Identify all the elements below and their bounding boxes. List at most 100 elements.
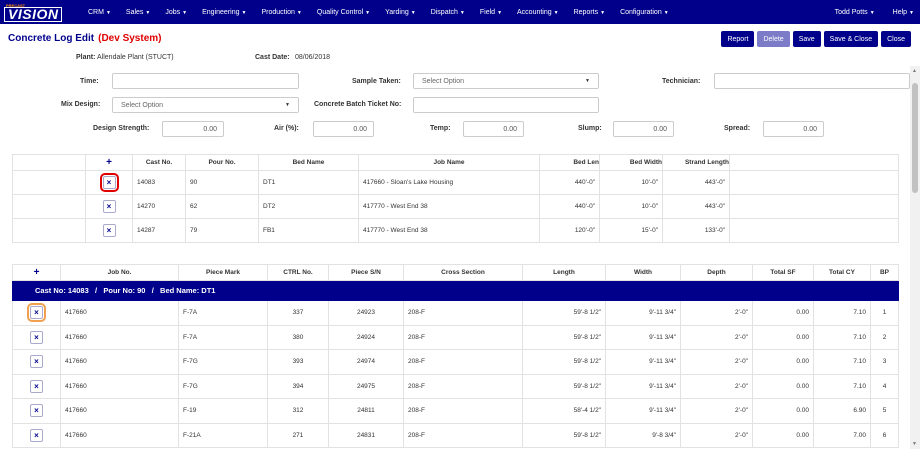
remove-cell: × [85,194,133,219]
scroll-up-icon[interactable]: ▲ [912,68,917,74]
main-menu: CRM ▼ Sales ▼ Jobs ▼ Engineering ▼ Production ▼ Qu… [88,9,684,16]
save-close-button[interactable]: Save & Close [823,31,879,47]
scroll-down-icon[interactable]: ▼ [912,441,917,447]
menu-item-configuration[interactable]: Configuration ▼ [620,9,669,16]
plus-icon[interactable]: + [106,157,112,168]
delete-button[interactable]: Delete [757,31,790,47]
remove-piece-icon[interactable]: × [30,428,43,442]
slump-input[interactable]: 0.00 [613,121,674,137]
technician-input[interactable] [714,73,910,89]
air-input[interactable]: 0.00 [313,121,374,137]
design-strength-label: Design Strength: [93,125,150,132]
piece-row[interactable]: × 417660 F-7A 380 24924 208-F 59'-8 1/2" 9'-11 … [12,324,899,350]
scrollbar-thumb[interactable] [912,83,918,193]
sample-taken-value: Select Option [422,77,465,85]
group-header-row: Cast No: 14083 / Pour No: 90 / Bed Name:… [12,280,899,301]
plus-icon[interactable]: + [34,267,40,278]
total-sf-header: Total SF [752,264,814,281]
add-piece-header[interactable]: + [12,264,61,281]
menu-item-jobs[interactable]: Jobs ▼ [165,9,187,16]
bp-header: BP [870,264,899,281]
report-button[interactable]: Report [721,31,755,47]
bed-width-header: Bed Width [599,154,663,171]
piece-sn-cell: 24974 [328,349,404,375]
help-menu[interactable]: Help ▼ [893,9,914,16]
menu-item-production[interactable]: Production ▼ [261,9,301,16]
chevron-down-icon: ▼ [410,9,416,16]
bed-row[interactable]: × 14287 79 FB1 417770 - West End 38 120'-0" 15… [12,218,899,243]
cast-no-cell: 14270 [132,194,186,219]
strand-length-cell: 133'-0" [662,218,730,243]
bed-name-cell: FB1 [258,218,359,243]
cross-section-cell: 208-F [403,398,523,424]
remove-piece-icon[interactable]: × [30,330,43,344]
width-cell: 9'-11 3/4" [605,373,681,399]
bed-len-cell: 440'-0" [539,194,600,219]
total-cy-cell: 6.90 [813,398,871,424]
app-logo[interactable]: PRECAST VISION [4,2,74,22]
menu-item-label: CRM [88,8,104,16]
page-scrollbar[interactable]: ▲ ▼ [910,66,920,449]
piece-row[interactable]: × 417660 F-21A 271 24831 208-F 59'-8 1/2" 9'-8 … [12,422,899,448]
piece-mark-cell: F-7A [178,324,268,350]
remove-piece-icon[interactable]: × [30,355,43,369]
batch-ticket-input[interactable] [413,97,599,113]
menu-item-label: Configuration [620,8,662,16]
menu-item-reports[interactable]: Reports ▼ [574,9,605,16]
piece-sn-cell: 24975 [328,373,404,399]
menu-item-yarding[interactable]: Yarding ▼ [385,9,416,16]
air-label: Air (%): [274,125,299,132]
cast-no-cell: 14287 [132,218,186,243]
total-cy-cell: 7.10 [813,373,871,399]
design-strength-input[interactable]: 0.00 [162,121,224,137]
remove-piece-icon[interactable]: × [30,379,43,393]
menu-item-dispatch[interactable]: Dispatch ▼ [431,9,465,16]
mix-design-label: Mix Design: [61,101,101,108]
temp-input[interactable]: 0.00 [463,121,524,137]
piece-row[interactable]: × 417660 F-7G 394 24975 208-F 59'-8 1/2" 9'-11 … [12,373,899,399]
chevron-down-icon: ▼ [600,9,606,16]
mix-design-select[interactable]: Select Option ▼ [112,97,299,113]
piece-row[interactable]: × 417660 F-7G 393 24974 208-F 59'-8 1/2" 9'-11 … [12,349,899,375]
strand-length-header: Strand Length [662,154,730,171]
piece-row[interactable]: × 417660 F-19 312 24811 208-F 58'-4 1/2" 9'-11 … [12,398,899,424]
cross-section-cell: 208-F [403,349,523,375]
user-menu[interactable]: Todd Potts ▼ [835,9,875,16]
ctrl-no-header: CTRL No. [267,264,329,281]
job-name-cell: 417770 - West End 38 [358,194,540,219]
length-cell: 59'-8 1/2" [522,373,606,399]
pour-no-cell: 90 [185,170,259,195]
depth-cell: 2'-0" [680,349,753,375]
piece-row[interactable]: × 417660 F-7A 337 24923 208-F 59'-8 1/2" 9'-11 … [12,300,899,326]
cross-section-header: Cross Section [403,264,523,281]
batch-ticket-label: Concrete Batch Ticket No: [314,101,402,108]
menu-item-field[interactable]: Field ▼ [480,9,502,16]
cast-date-label: Cast Date: [255,54,290,61]
remove-piece-icon[interactable]: × [30,404,43,418]
add-bed-header[interactable]: + [85,154,133,171]
bed-row[interactable]: × 14270 62 DT2 417770 - West End 38 440'-0" 10… [12,194,899,219]
logo-tagline: PRECAST [6,3,26,8]
menu-item-engineering[interactable]: Engineering ▼ [202,9,246,16]
remove-bed-icon[interactable]: × [102,224,116,237]
bp-cell: 6 [870,422,899,448]
remove-bed-icon[interactable]: × [99,173,119,192]
total-sf-cell: 0.00 [752,300,814,326]
spread-input[interactable]: 0.00 [763,121,824,137]
remove-piece-icon[interactable]: × [27,303,46,323]
sample-taken-select[interactable]: Select Option ▼ [413,73,599,89]
menu-item-quality-control[interactable]: Quality Control ▼ [317,9,370,16]
remove-bed-icon[interactable]: × [102,200,116,213]
beds-table: + Cast No. Pour No. Bed Name Job Name Bed Len… [12,154,899,243]
close-button[interactable]: Close [881,31,911,47]
save-button[interactable]: Save [792,31,821,47]
menu-item-sales[interactable]: Sales ▼ [126,9,150,16]
menu-item-crm[interactable]: CRM ▼ [88,9,111,16]
bed-row[interactable]: × 14083 90 DT1 417660 - Sloan's Lake Housing… [12,170,899,195]
empty-cell [12,170,86,195]
job-no-cell: 417660 [60,398,179,424]
chevron-down-icon: ▼ [241,9,247,16]
length-cell: 59'-8 1/2" [522,422,606,448]
menu-item-accounting[interactable]: Accounting ▼ [517,9,559,16]
time-input[interactable] [112,73,299,89]
